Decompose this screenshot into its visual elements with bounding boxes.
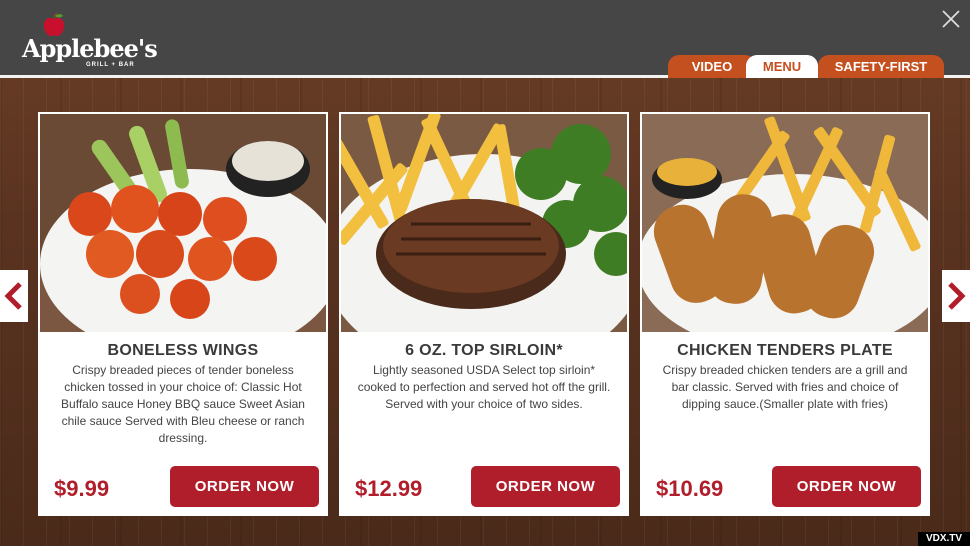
boneless-wings-image xyxy=(40,114,326,332)
applebees-logo: Applebee's GRILL + BAR xyxy=(22,12,158,70)
vdx-watermark: VDX.TV xyxy=(918,532,970,546)
order-now-button[interactable]: ORDER NOW xyxy=(170,466,319,507)
item-description: Crispy breaded chicken tenders are a gri… xyxy=(662,363,908,411)
tab-menu[interactable]: MENU xyxy=(746,55,818,78)
order-now-button[interactable]: ORDER NOW xyxy=(772,466,921,507)
top-sirloin-image xyxy=(341,114,627,332)
brand-name: Applebee's xyxy=(22,34,158,63)
chevron-left-icon xyxy=(4,282,22,310)
item-title: 6 OZ. TOP SIRLOIN* xyxy=(405,342,563,359)
chicken-tenders-image xyxy=(642,114,928,332)
item-price: $10.69 xyxy=(656,476,724,501)
prev-arrow-button[interactable] xyxy=(0,270,28,322)
close-button[interactable] xyxy=(940,8,962,30)
item-title: CHICKEN TENDERS PLATE xyxy=(677,342,893,359)
menu-card-chicken-tenders: CHICKEN TENDERS PLATE Crispy breaded chi… xyxy=(640,112,930,516)
next-arrow-button[interactable] xyxy=(942,270,970,322)
menu-card-top-sirloin: 6 OZ. TOP SIRLOIN* Lightly seasoned USDA… xyxy=(339,112,629,516)
tab-video[interactable]: VIDEO xyxy=(668,55,756,78)
chevron-right-icon xyxy=(948,282,966,310)
item-title: BONELESS WINGS xyxy=(107,342,259,359)
item-description: Crispy breaded pieces of tender boneless… xyxy=(61,363,305,445)
close-icon xyxy=(942,10,960,28)
header-bar: Applebee's GRILL + BAR VIDEO MENU SAFETY… xyxy=(0,0,970,78)
order-now-button[interactable]: ORDER NOW xyxy=(471,466,620,507)
item-price: $12.99 xyxy=(355,476,423,501)
brand-subtitle: GRILL + BAR xyxy=(86,62,135,68)
item-price: $9.99 xyxy=(54,476,110,501)
item-description: Lightly seasoned USDA Select top sirloin… xyxy=(357,363,611,411)
menu-card-boneless-wings: BONELESS WINGS Crispy breaded pieces of … xyxy=(38,112,328,516)
tab-safety-first[interactable]: SAFETY-FIRST xyxy=(818,55,944,78)
